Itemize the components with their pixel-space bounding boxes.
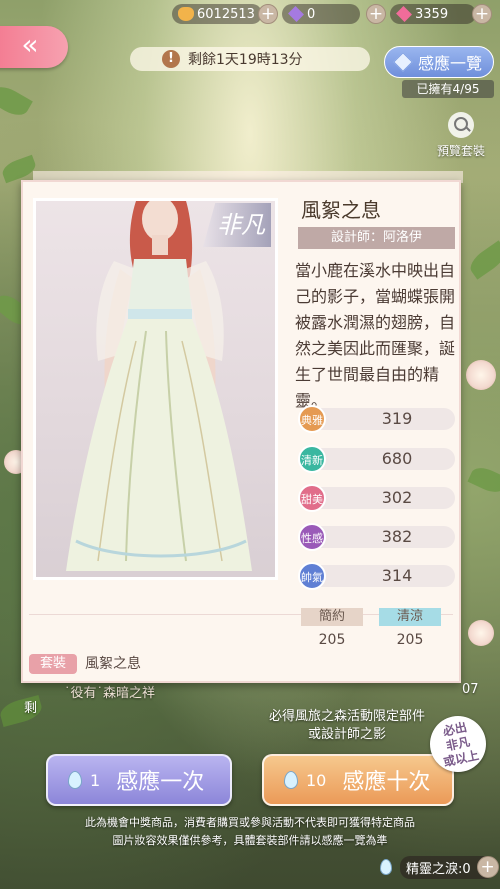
stat-badge: 典雅 xyxy=(298,405,326,433)
stat-badge: 甜美 xyxy=(298,484,326,512)
stat-value: 302 xyxy=(381,488,413,507)
leaf-decoration xyxy=(0,694,45,728)
diamond-currency: 3359 xyxy=(390,4,476,24)
gold-amount: 6012513 xyxy=(197,6,255,22)
outfit-preview-image: 非凡 xyxy=(33,198,278,580)
summon-ten-label: 感應十次 xyxy=(342,770,431,795)
style-tag: 簡約 xyxy=(301,608,363,626)
add-gem-button[interactable]: + xyxy=(366,4,386,24)
add-diamond-button[interactable]: + xyxy=(472,4,492,24)
stat-value: 680 xyxy=(381,449,413,468)
style-tag-value: 205 xyxy=(396,632,424,648)
leaf-decoration xyxy=(465,240,500,280)
collection-button[interactable]: 感應一覽 xyxy=(384,46,494,78)
spirit-tear-icon xyxy=(284,771,298,789)
event-timer: ! 剩餘1天19時13分 xyxy=(130,47,370,71)
background-item-fragment: ˙役有˙森暗之祥 xyxy=(64,686,156,701)
guarantee-hint: 必得風旅之森活動限定部件 或設計師之影 xyxy=(268,709,425,742)
diamond-icon xyxy=(393,52,413,72)
add-gold-button[interactable]: + xyxy=(258,4,278,24)
style-tag-value: 205 xyxy=(318,632,346,648)
preview-outfit-button[interactable]: 預覽套裝 xyxy=(433,112,489,159)
double-chevron-left-icon: « xyxy=(21,28,39,61)
disclaimer-line-2: 圖片妝容效果僅供參考，具體套裝部件請以感應一覽為準 xyxy=(112,834,388,847)
summon-once-cost: 1 xyxy=(90,770,101,790)
back-button[interactable]: « xyxy=(0,26,68,68)
gem-amount: 0 xyxy=(307,6,316,22)
spirit-tears-counter: 精靈之淚:0 + xyxy=(380,855,499,879)
stat-row-elegant: 典雅 319 xyxy=(298,405,455,433)
add-spirit-tears-button[interactable]: + xyxy=(476,856,499,878)
background-fragment: 剩 xyxy=(24,701,38,716)
gold-currency: 6012513 xyxy=(172,4,262,24)
flower-decoration xyxy=(468,620,494,646)
alert-icon: ! xyxy=(162,50,180,68)
gacha-screen: 6012513 + 0 + 3359 + « ! 剩餘1天19時13分 感應一覽… xyxy=(0,0,500,889)
designer-label: 設計師：阿洛伊 xyxy=(298,227,455,249)
timer-text: 剩餘1天19時13分 xyxy=(188,52,303,68)
collection-label: 感應一覽 xyxy=(417,54,482,73)
owned-count: 已擁有4/95 xyxy=(402,80,494,98)
set-badge: 套裝 xyxy=(29,654,77,674)
set-name: 風絮之息 xyxy=(85,656,141,672)
style-tag: 清涼 xyxy=(379,608,441,626)
stat-row-sexy: 性感 382 xyxy=(298,523,455,551)
background-count-fragment: 07 xyxy=(462,682,479,697)
stat-row-cool: 帥氣 314 xyxy=(298,562,455,590)
purple-gem-icon xyxy=(288,6,304,22)
summon-once-label: 感應一次 xyxy=(116,770,205,795)
diamond-amount: 3359 xyxy=(415,6,449,22)
stat-row-fresh: 清新 680 xyxy=(298,445,455,473)
stat-badge: 性感 xyxy=(298,523,326,551)
leaf-decoration xyxy=(0,81,33,121)
spirit-tear-icon xyxy=(68,771,82,789)
preview-label: 預覽套裝 xyxy=(436,144,485,158)
stat-row-sweet: 甜美 302 xyxy=(298,484,455,512)
item-description: 當小鹿在溪水中映出自己的影子，當蝴蝶張開被露水潤濕的翅膀，自然之美因此而匯聚，誕… xyxy=(295,261,456,410)
stat-value: 319 xyxy=(381,409,413,428)
stat-badge: 帥氣 xyxy=(298,562,326,590)
summon-ten-button[interactable]: 10 感應十次 xyxy=(262,754,454,806)
leaf-decoration xyxy=(467,463,500,497)
item-detail-card: 非凡 風絮之息 設計師：阿洛伊 當小鹿在溪水中映出自己的影子，當蝴蝶張開被露水潤… xyxy=(21,180,461,683)
flower-decoration xyxy=(466,360,496,390)
disclaimer-line-1: 此為機會中獎商品，消費者購買或參與活動不代表即可獲得特定商品 xyxy=(85,816,415,829)
stat-value: 382 xyxy=(381,527,413,546)
spirit-tear-icon xyxy=(380,859,392,875)
cat-coin-icon xyxy=(178,7,194,21)
gem-currency: 0 xyxy=(282,4,360,24)
stat-value: 314 xyxy=(381,566,413,585)
pink-diamond-icon xyxy=(396,6,412,22)
magnifier-icon xyxy=(448,112,474,138)
summon-ten-cost: 10 xyxy=(306,770,327,790)
item-title: 風絮之息 xyxy=(301,198,381,222)
summon-once-button[interactable]: 1 感應一次 xyxy=(46,754,232,806)
stat-badge: 清新 xyxy=(298,445,326,473)
outfit-illustration xyxy=(66,201,252,571)
